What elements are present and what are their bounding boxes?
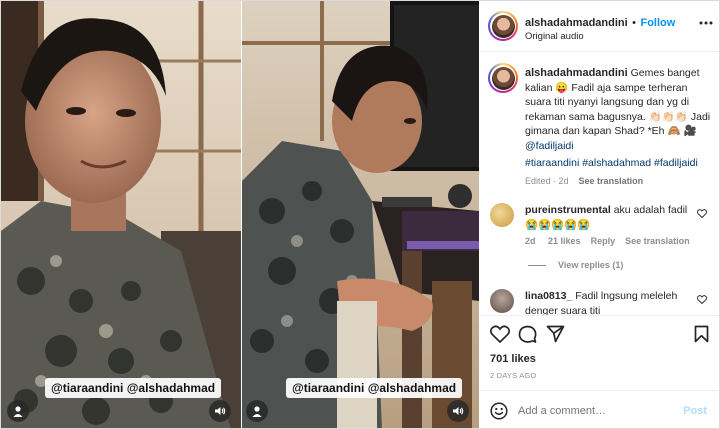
heart-icon[interactable] — [697, 295, 707, 304]
comment-username[interactable]: pureinstrumental — [525, 204, 611, 216]
video-tags-right[interactable]: @tiaraandini @alshadahmad — [286, 378, 463, 398]
post-media[interactable]: @tiaraandini @alshadahmad @tiaraandini @… — [1, 1, 479, 428]
commenter-avatar[interactable] — [490, 289, 514, 313]
video-frame-left — [1, 1, 241, 428]
comment-text: pureinstrumental aku adalah fadil 😭😭😭😭😭 — [525, 203, 697, 232]
sound-icon[interactable] — [209, 400, 231, 422]
caption-hashtags[interactable]: #tiaraandini #alshadahmad #fadiljaidi — [525, 156, 715, 171]
post-comment-button[interactable]: Post — [683, 405, 707, 417]
caption-meta: Edited · 2d See translation — [525, 176, 643, 186]
more-icon[interactable] — [699, 21, 713, 25]
likes-count[interactable]: 701 likes — [490, 353, 536, 365]
comment-likes[interactable]: 21 likes — [548, 236, 581, 246]
view-replies-link[interactable]: View replies (1) — [558, 260, 623, 270]
caption-mention[interactable]: @fadiljaidi — [525, 140, 574, 152]
comment-composer: Post — [480, 390, 719, 428]
author-username[interactable]: alshadahmadandini — [525, 17, 628, 29]
video-tags-left[interactable]: @tiaraandini @alshadahmad — [45, 378, 222, 398]
caption-camera-emoji: 🎥 — [683, 125, 697, 137]
comment-see-translation[interactable]: See translation — [625, 236, 690, 246]
user-tag-icon[interactable] — [246, 400, 268, 422]
instagram-post-window: @tiaraandini @alshadahmad @tiaraandini @… — [0, 0, 720, 429]
comment-username[interactable]: lina0813_ — [525, 290, 572, 302]
audio-label[interactable]: Original audio — [525, 31, 584, 42]
comment-meta: 2d 21 likes Reply See translation — [525, 236, 690, 246]
video-frame-right — [242, 1, 479, 428]
emoji-icon[interactable] — [490, 402, 508, 420]
author-avatar[interactable] — [488, 11, 518, 41]
caption-edited: Edited · 2d — [525, 176, 569, 186]
caption-avatar[interactable] — [488, 63, 518, 93]
comment-text: lina0813_ Fadil lngsung meleleh denger s… — [525, 289, 697, 315]
heart-icon[interactable] — [697, 209, 707, 218]
caption-username[interactable]: alshadahmadandini — [525, 67, 628, 79]
caption-text: alshadahmadandini Gemes banget kalian 😛 … — [525, 66, 715, 153]
user-tag-icon[interactable] — [7, 400, 29, 422]
post-date[interactable]: 2 DAYS AGO — [490, 371, 536, 380]
post-actions: 701 likes 2 DAYS AGO — [480, 315, 719, 387]
comment-reply[interactable]: Reply — [591, 236, 616, 246]
video-panel-right[interactable]: @tiaraandini @alshadahmad — [242, 1, 479, 428]
post-sidebar: alshadahmadandini • Follow Original audi… — [480, 1, 719, 428]
comment-time: 2d — [525, 236, 536, 246]
comment-icon[interactable] — [518, 325, 537, 344]
commenter-avatar[interactable] — [490, 203, 514, 227]
follow-button[interactable]: Follow — [640, 17, 675, 29]
video-panel-left[interactable]: @tiaraandini @alshadahmad — [1, 1, 241, 428]
view-replies-line — [528, 265, 546, 266]
share-icon[interactable] — [546, 325, 565, 343]
heart-icon[interactable] — [490, 325, 510, 343]
header-title-row: alshadahmadandini • Follow — [525, 13, 675, 31]
sound-icon[interactable] — [447, 400, 469, 422]
comments-section[interactable]: alshadahmadandini Gemes banget kalian 😛 … — [480, 53, 719, 315]
comment-input[interactable] — [518, 402, 668, 420]
separator-dot: • — [632, 17, 637, 29]
post-header: alshadahmadandini • Follow Original audi… — [480, 1, 719, 52]
caption-see-translation[interactable]: See translation — [579, 176, 644, 186]
bookmark-icon[interactable] — [694, 325, 709, 343]
